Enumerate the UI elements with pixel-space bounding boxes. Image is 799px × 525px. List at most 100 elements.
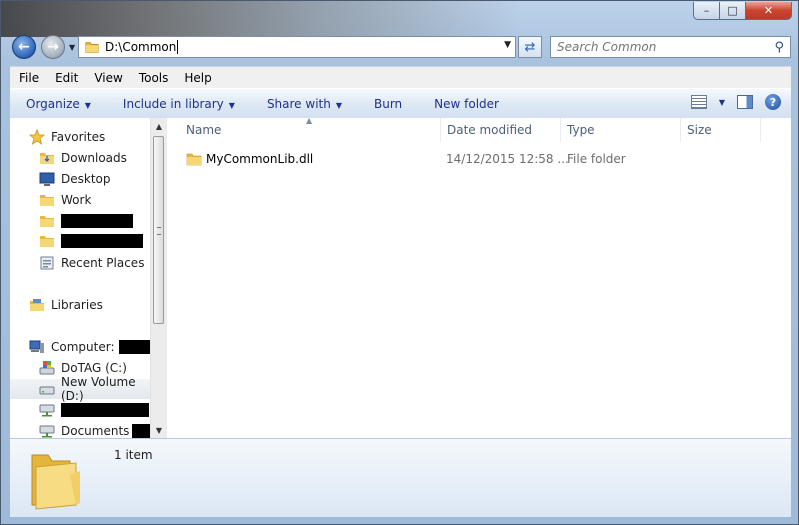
- refresh-icon: ⇄: [524, 39, 536, 55]
- content-area: Favorites Downloads Desktop Work Recent …: [10, 116, 791, 438]
- maximize-button[interactable]: □: [720, 2, 746, 20]
- forward-button[interactable]: →: [41, 35, 65, 59]
- address-path[interactable]: D:\Common: [105, 40, 176, 54]
- network-drive-icon: [39, 425, 55, 438]
- column-label: Date modified: [447, 123, 533, 137]
- redacted-label: [132, 424, 150, 438]
- folder-icon: [186, 153, 202, 166]
- organize-button[interactable]: Organize ▼: [10, 97, 107, 111]
- address-history-dropdown[interactable]: ▼: [504, 40, 511, 50]
- nav-item-downloads[interactable]: Downloads: [10, 148, 150, 168]
- back-button[interactable]: ←: [12, 35, 36, 59]
- search-input[interactable]: [551, 39, 759, 55]
- nav-item-label: New Volume (D:): [61, 375, 136, 403]
- libraries-label: Libraries: [51, 298, 103, 312]
- redacted-label: [61, 214, 133, 228]
- chevron-down-icon: ▼: [84, 100, 91, 110]
- arrow-left-icon: ←: [18, 39, 30, 55]
- navigation-pane[interactable]: Favorites Downloads Desktop Work Recent …: [10, 118, 150, 438]
- scroll-thumb[interactable]: [153, 136, 164, 324]
- nav-computer[interactable]: Computer:: [10, 337, 150, 357]
- search-icon[interactable]: ⚲: [774, 40, 784, 55]
- scroll-down-arrow[interactable]: ▼: [151, 422, 167, 438]
- minimize-button[interactable]: –: [693, 2, 720, 20]
- column-header-date-modified[interactable]: Date modified: [441, 118, 561, 142]
- item-count: 1 item: [114, 448, 153, 462]
- nav-scrollbar[interactable]: ▲ ▼: [150, 118, 167, 438]
- file-date-modified: 14/12/2015 12:58 ...: [446, 152, 569, 166]
- refresh-button[interactable]: ⇄: [518, 36, 542, 58]
- sort-arrow-icon: ▲: [306, 116, 313, 125]
- nav-item-label: Recent Places: [61, 256, 145, 270]
- redacted-label: [61, 234, 143, 248]
- file-row[interactable]: MyCommonLib.dll 14/12/2015 12:58 ... Fil…: [168, 149, 768, 169]
- view-options-dropdown[interactable]: ▼: [719, 98, 725, 107]
- nav-favorites[interactable]: Favorites: [10, 127, 150, 147]
- nav-item-label: DoTAG (C:): [61, 361, 127, 375]
- file-list[interactable]: Name ▲ Date modified Type Size MyCommonL…: [168, 116, 791, 438]
- arrow-right-icon: →: [47, 39, 59, 55]
- change-view-icon[interactable]: [690, 95, 707, 109]
- menu-file[interactable]: File: [10, 71, 46, 85]
- nav-item-redacted[interactable]: [10, 211, 150, 231]
- recent-places-icon: [40, 256, 54, 270]
- large-folder-icon: [31, 454, 80, 510]
- computer-label: Computer:: [51, 340, 115, 354]
- command-bar: Organize ▼ Include in library ▼ Share with…: [10, 88, 791, 119]
- nav-item-redacted[interactable]: [10, 231, 150, 251]
- scroll-up-arrow[interactable]: ▲: [151, 118, 167, 134]
- folder-icon: [40, 216, 54, 227]
- nav-network-drive[interactable]: [10, 400, 150, 420]
- drive-icon: [39, 386, 55, 395]
- share-with-button[interactable]: Share with ▼: [251, 97, 358, 111]
- recent-pages-dropdown[interactable]: ▼: [69, 43, 75, 52]
- preview-pane-icon[interactable]: [737, 95, 753, 109]
- address-bar[interactable]: D:\Common ▼: [78, 36, 516, 58]
- column-header-type[interactable]: Type: [561, 118, 681, 142]
- file-name[interactable]: MyCommonLib.dll: [206, 152, 313, 166]
- search-box[interactable]: ⚲: [550, 36, 791, 58]
- help-icon[interactable]: ?: [765, 94, 781, 110]
- file-type: File folder: [567, 152, 626, 166]
- folder-icon: [40, 153, 54, 164]
- redacted-label: [118, 340, 150, 354]
- desktop-icon: [39, 172, 55, 186]
- column-header-size[interactable]: Size: [681, 118, 761, 142]
- caption-buttons: – □ ✕: [693, 2, 792, 20]
- close-button[interactable]: ✕: [746, 2, 792, 20]
- menu-bar: File Edit View Tools Help: [10, 66, 791, 89]
- nav-item-desktop[interactable]: Desktop: [10, 169, 150, 189]
- star-icon: [29, 129, 45, 145]
- menu-help[interactable]: Help: [175, 71, 218, 85]
- chevron-down-icon: ▼: [228, 100, 235, 110]
- column-header-name[interactable]: Name: [168, 118, 441, 142]
- share-with-label: Share with: [266, 96, 331, 111]
- title-bar[interactable]: [1, 1, 521, 37]
- system-drive-icon: [39, 361, 55, 375]
- folder-icon: [85, 42, 99, 53]
- computer-icon: [29, 340, 44, 353]
- burn-button[interactable]: Burn: [358, 97, 418, 111]
- organize-label: Organize: [26, 96, 80, 111]
- nav-drive-d[interactable]: New Volume (D:): [10, 375, 150, 403]
- menu-view[interactable]: View: [85, 71, 129, 85]
- menu-tools[interactable]: Tools: [130, 71, 176, 85]
- nav-libraries[interactable]: Libraries: [10, 295, 150, 315]
- network-drive-icon: [39, 404, 55, 417]
- menu-edit[interactable]: Edit: [46, 71, 85, 85]
- nav-item-label: Documents: [61, 424, 130, 438]
- text-caret: [177, 40, 179, 55]
- grip-icon: [157, 227, 161, 235]
- redacted-label: [61, 403, 149, 417]
- column-label: Name: [186, 123, 222, 137]
- include-in-library-label: Include in library: [122, 96, 224, 111]
- folder-icon: [40, 195, 54, 206]
- explorer-window: – □ ✕ ← → ▼ D:\Common ▼ ⇄ ⚲ File Edit Vi…: [0, 0, 799, 525]
- nav-item-label: Desktop: [61, 172, 111, 186]
- nav-item-label: Work: [61, 193, 92, 207]
- include-in-library-button[interactable]: Include in library ▼: [107, 97, 251, 111]
- nav-item-work[interactable]: Work: [10, 190, 150, 210]
- nav-item-recent-places[interactable]: Recent Places: [10, 253, 150, 273]
- folder-icon: [40, 236, 54, 247]
- new-folder-button[interactable]: New folder: [418, 97, 515, 111]
